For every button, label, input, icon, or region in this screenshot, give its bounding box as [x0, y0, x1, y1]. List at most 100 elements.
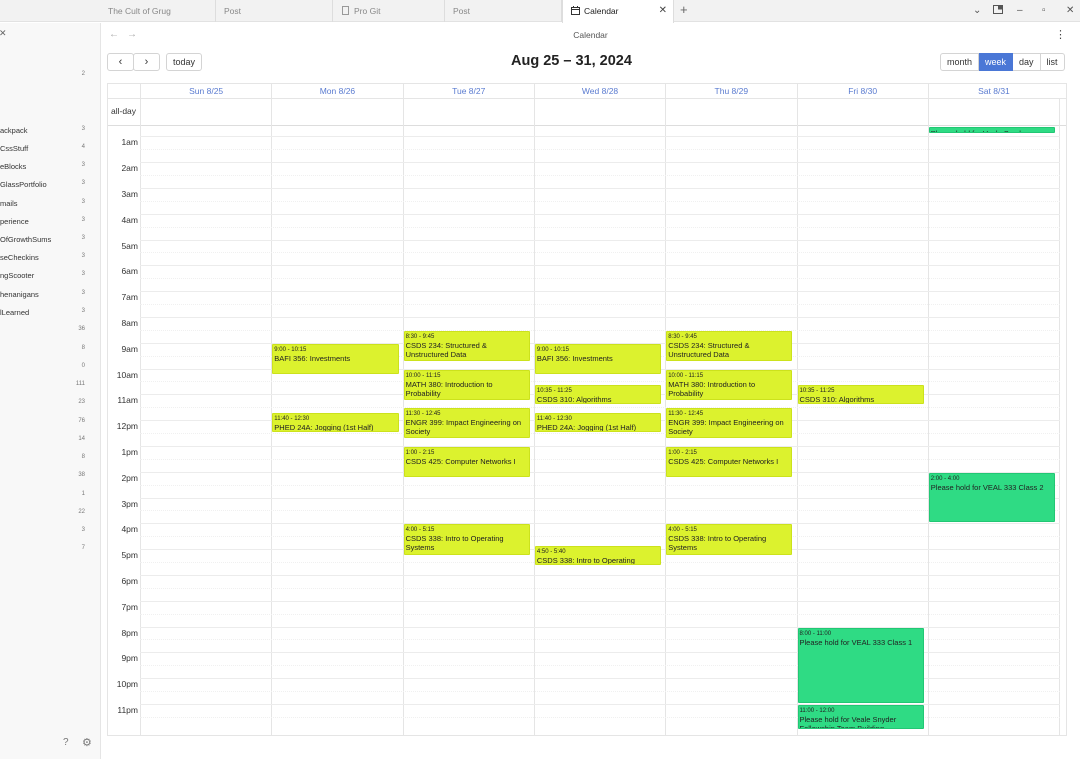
new-tab-button[interactable]: +: [680, 2, 688, 18]
calendar-event[interactable]: 10:35 - 11:25 CSDS 310: Algorithms: [797, 384, 924, 405]
gear-icon[interactable]: ⚙: [82, 736, 92, 749]
tab-label: Pro Git: [354, 6, 381, 16]
event-time: 9:00 - 10:15: [536, 346, 569, 353]
event-time: 11:40 - 12:30: [274, 415, 310, 422]
sidebar-item-label: OfGrowthSums: [0, 235, 52, 244]
time-slot-line: [140, 600, 1060, 602]
sidebar-item[interactable]: henanigans 3: [0, 290, 100, 299]
view-list-button[interactable]: list: [1040, 53, 1065, 71]
hour-label: 11pm: [117, 704, 138, 715]
day-header[interactable]: Sun 8/25: [140, 84, 271, 98]
calendar-event[interactable]: 8:30 - 9:45 CSDS 234: Structured & Unstru…: [666, 330, 793, 362]
day-header[interactable]: Wed 8/28: [533, 84, 665, 98]
calendar-event[interactable]: 10:00 - 11:15 MATH 380: Introduction to P…: [666, 369, 793, 400]
view-week-button[interactable]: week: [979, 53, 1014, 71]
collapse-icon[interactable]: ✕: [0, 28, 7, 39]
time-slot-line: [140, 497, 1060, 499]
help-icon[interactable]: ?: [63, 737, 69, 748]
sidebar-item-count: 3: [81, 126, 85, 132]
event-title: PHED 24A: Jogging (1st Half): [274, 422, 374, 432]
sidebar-item[interactable]: lLearned 3: [0, 308, 100, 317]
calendar-event[interactable]: 11:30 - 12:45 ENGR 399: Impact Engineerin…: [666, 408, 793, 439]
close-icon[interactable]: ✕: [659, 0, 667, 22]
calendar-event[interactable]: 11:30 - 12:45 ENGR 399: Impact Engineerin…: [403, 408, 530, 439]
sidebar-item-label: lLearned: [0, 308, 30, 317]
tab-post-2[interactable]: Post: [445, 0, 562, 22]
sidebar-item-count: 22: [78, 509, 85, 515]
sidebar-item[interactable]: perience 3: [0, 217, 100, 226]
sidebar-item-count: 3: [81, 180, 85, 186]
calendar-icon: [571, 1, 580, 15]
more-options-icon[interactable]: ⋮: [1055, 28, 1066, 41]
minimize-icon[interactable]: –: [1017, 0, 1023, 22]
sidebar-item-count: 76: [78, 418, 85, 424]
sidebar-item-label: henanigans: [0, 290, 39, 299]
tab-pro-git[interactable]: Pro Git: [333, 0, 445, 22]
sidebar-item-count: 3: [81, 235, 85, 241]
view-month-button[interactable]: month: [940, 53, 980, 71]
calendar-event[interactable]: 10:35 - 11:25 CSDS 310: Algorithms: [534, 384, 662, 405]
calendar-event[interactable]: 11:40 - 12:30 PHED 24A: Jogging (1st Half…: [534, 412, 662, 432]
sidebar-item[interactable]: GlassPortfolio 3: [0, 180, 100, 189]
calendar-event[interactable]: 2:00 - 4:00 Please hold for VEAL 333 Clas…: [928, 472, 1056, 523]
calendar-event[interactable]: 1:00 - 2:15 CSDS 425: Computer Networks I: [403, 446, 530, 478]
sidebar-item-count: 3: [81, 217, 85, 223]
hour-label: 9am: [121, 343, 138, 354]
event-time: 4:50 - 5:40: [536, 548, 566, 555]
event-time: 11:40 - 12:30: [536, 415, 572, 422]
day-header[interactable]: Sat 8/31: [927, 84, 1059, 98]
calendar-event[interactable]: 4:00 - 5:15 CSDS 338: Intro to Operating …: [403, 524, 530, 555]
tab-label: The Cult of Grug: [108, 6, 171, 16]
view-day-button[interactable]: day: [1013, 53, 1041, 71]
sidebar-item[interactable]: ngScooter 3: [0, 271, 100, 280]
sidebar-item[interactable]: eBlocks 3: [0, 162, 100, 171]
tab-post[interactable]: Post: [216, 0, 333, 22]
calendar-event[interactable]: 8:30 - 9:45 CSDS 234: Structured & Unstru…: [403, 330, 530, 362]
calendar-event[interactable]: 4:00 - 5:15 CSDS 338: Intro to Operating …: [666, 524, 793, 555]
calendar-title: Aug 25 – 31, 2024: [511, 53, 632, 69]
event-time: 8:30 - 9:45: [405, 333, 435, 340]
hour-label: 12pm: [116, 421, 138, 432]
event-time: 10:00 - 11:15: [405, 372, 441, 379]
maximize-icon[interactable]: ▫: [1042, 0, 1046, 22]
day-header[interactable]: Tue 8/27: [402, 84, 534, 98]
week-grid: all-day Sun 8/25 Mon 8/26 Tue 8/27 Wed 8/28…: [107, 83, 1067, 736]
calendar-event[interactable]: 9:00 - 10:15 BAFI 356: Investments: [534, 343, 662, 374]
tab-label: Calendar: [584, 6, 619, 16]
time-slot-line: [140, 278, 1060, 280]
day-header[interactable]: Thu 8/29: [665, 84, 796, 98]
sidebar-item-count: 14: [78, 436, 85, 442]
sidebar-item-label: mails: [0, 199, 18, 208]
hour-label: 2pm: [121, 472, 138, 483]
sidebar-item[interactable]: mails 3: [0, 199, 100, 208]
sidebar-item[interactable]: CssStuff 4: [0, 144, 100, 153]
sidebar-item[interactable]: OfGrowthSums 3: [0, 235, 100, 244]
time-slot-line: [140, 471, 1060, 473]
calendar-event[interactable]: Please hold for Veale Snyder Fellowship …: [928, 127, 1056, 133]
chevron-down-icon[interactable]: ⌄: [973, 0, 981, 22]
sidebar-item-label: GlassPortfolio: [0, 180, 47, 189]
hour-label: 11am: [117, 395, 138, 406]
sidebar-item[interactable]: seCheckins 3: [0, 253, 100, 262]
sidebar-item-count: 38: [78, 472, 85, 478]
day-header[interactable]: Fri 8/30: [796, 84, 928, 98]
calendar-event[interactable]: 4:50 - 5:40 CSDS 338: Intro to Operating: [534, 545, 662, 566]
event-time: 4:00 - 5:15: [668, 527, 697, 534]
day-header[interactable]: Mon 8/26: [271, 84, 402, 98]
sidebar-item[interactable]: ackpack 3: [0, 126, 100, 135]
event-title: Please hold for VEAL 333 Class 1: [799, 637, 913, 647]
calendar-event[interactable]: 1:00 - 2:15 CSDS 425: Computer Networks I: [666, 446, 793, 478]
all-day-row[interactable]: [108, 98, 1066, 126]
hour-label: 6am: [121, 266, 138, 277]
layout-icon[interactable]: [993, 0, 1003, 22]
close-window-icon[interactable]: ✕: [1066, 0, 1074, 22]
tab-calendar[interactable]: Calendar ✕: [562, 0, 674, 23]
tab-cult-of-grug[interactable]: The Cult of Grug: [100, 0, 216, 22]
calendar-event[interactable]: 11:40 - 12:30 PHED 24A: Jogging (1st Half…: [272, 412, 399, 432]
calendar-event[interactable]: 9:00 - 10:15 BAFI 356: Investments: [272, 343, 399, 374]
calendar-event[interactable]: 10:00 - 11:15 MATH 380: Introduction to P…: [403, 369, 530, 400]
calendar-event[interactable]: 11:00 - 12:00 Please hold for Veale Snyde…: [797, 704, 924, 729]
calendar-event[interactable]: 8:00 - 11:00 Please hold for VEAL 333 Cla…: [797, 627, 924, 703]
hour-label: 8am: [121, 317, 138, 328]
event-time: 11:30 - 12:45: [405, 411, 441, 418]
